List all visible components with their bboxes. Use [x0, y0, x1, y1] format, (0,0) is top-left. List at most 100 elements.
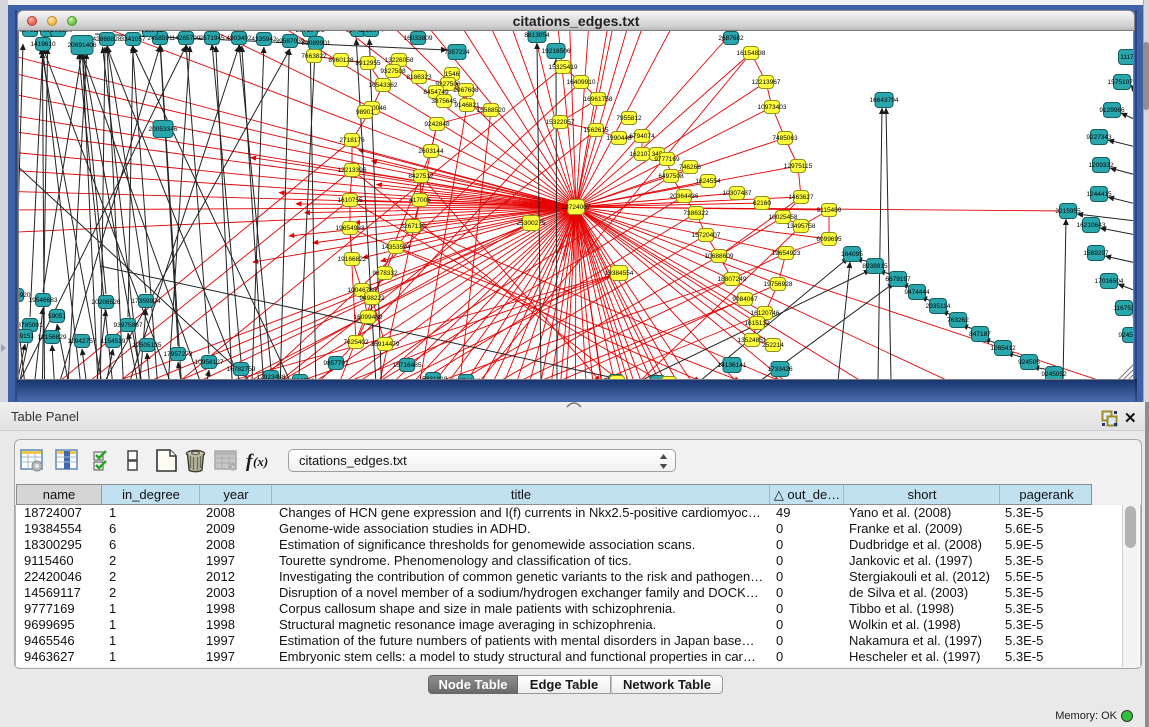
svg-text:17016504: 17016504 — [1095, 278, 1124, 285]
svg-text:9245052: 9245052 — [1041, 371, 1067, 378]
svg-text:16210643: 16210643 — [1077, 222, 1106, 229]
svg-text:15325419: 15325419 — [549, 64, 578, 71]
svg-text:8186323: 8186323 — [406, 74, 432, 81]
svg-text:16120746: 16120746 — [751, 310, 780, 317]
svg-text:116753: 116753 — [1113, 305, 1133, 312]
svg-text:7955812: 7955812 — [616, 115, 642, 122]
svg-text:16914479: 16914479 — [371, 341, 400, 348]
svg-text:9857791: 9857791 — [323, 360, 349, 367]
svg-text:89089901: 89089901 — [302, 40, 331, 47]
svg-text:9115460: 9115460 — [817, 207, 842, 214]
svg-text:10025458: 10025458 — [769, 214, 798, 221]
svg-text:1154519: 1154519 — [101, 338, 126, 345]
svg-text:15720407: 15720407 — [692, 232, 721, 239]
svg-text:4903402: 4903402 — [226, 35, 252, 42]
svg-text:1065412: 1065412 — [990, 345, 1016, 352]
svg-text:8960128: 8960128 — [328, 57, 354, 64]
svg-text:19384554: 19384554 — [605, 270, 634, 277]
svg-text:12942757: 12942757 — [68, 338, 97, 345]
svg-text:6679197: 6679197 — [885, 276, 911, 283]
svg-text:15751074: 15751074 — [1108, 79, 1133, 86]
svg-text:16643794: 16643794 — [870, 97, 899, 104]
svg-text:2571945: 2571945 — [199, 35, 225, 42]
svg-text:9245012: 9245012 — [1118, 332, 1133, 339]
svg-text:19166822: 19166822 — [338, 256, 367, 263]
svg-text:1117: 1117 — [1120, 54, 1133, 61]
svg-text:746266: 746266 — [679, 164, 701, 171]
svg-text:9227343: 9227343 — [1086, 134, 1112, 141]
svg-text:12213396: 12213396 — [338, 167, 367, 174]
svg-text:18724007: 18724007 — [562, 204, 591, 211]
svg-text:8938915: 8938915 — [862, 263, 888, 270]
svg-text:7022674: 7022674 — [358, 31, 384, 34]
svg-text:2603144: 2603144 — [418, 148, 444, 155]
svg-text:12923488: 12923488 — [257, 374, 286, 379]
svg-text:17957273: 17957273 — [164, 351, 193, 358]
svg-text:1610755: 1610755 — [337, 197, 363, 204]
svg-text:17359924: 17359924 — [132, 298, 161, 305]
svg-text:15322057: 15322057 — [546, 119, 575, 126]
svg-text:98901: 98901 — [356, 109, 374, 116]
svg-text:7386322: 7386322 — [683, 210, 709, 217]
svg-text:39151: 39151 — [19, 333, 34, 340]
svg-text:6794074: 6794074 — [629, 133, 655, 140]
svg-text:10307487: 10307487 — [723, 190, 752, 197]
svg-text:6099695: 6099695 — [816, 236, 842, 243]
svg-text:7485063: 7485063 — [772, 135, 798, 142]
svg-text:847187: 847187 — [969, 331, 991, 338]
svg-text:9777169: 9777169 — [654, 156, 680, 163]
svg-text:9498222: 9498222 — [359, 295, 385, 302]
svg-text:1569297: 1569297 — [1083, 250, 1109, 257]
svg-text:15716485: 15716485 — [393, 362, 422, 369]
svg-text:3875645: 3875645 — [431, 98, 457, 105]
svg-text:9084067: 9084067 — [732, 296, 758, 303]
svg-text:12505135: 12505135 — [133, 342, 162, 349]
svg-text:1990448: 1990448 — [606, 135, 632, 142]
svg-text:164095: 164095 — [841, 251, 863, 258]
svg-text:25300275: 25300275 — [517, 220, 546, 227]
svg-text:3267130: 3267130 — [400, 223, 426, 230]
svg-text:1546: 1546 — [445, 71, 460, 78]
svg-text:1615132: 1615132 — [744, 320, 770, 327]
svg-text:13226058: 13226058 — [385, 57, 414, 64]
svg-text:19218506: 19218506 — [542, 48, 571, 55]
svg-text:1562615: 1562615 — [583, 127, 609, 134]
svg-text:20364436: 20364436 — [670, 193, 699, 200]
svg-text:47295260: 47295260 — [44, 31, 73, 34]
svg-text:14265799: 14265799 — [172, 35, 201, 42]
svg-text:19654923: 19654923 — [772, 250, 801, 257]
svg-text:8912955: 8912955 — [355, 60, 381, 67]
svg-text:1733426: 1733426 — [767, 366, 793, 373]
svg-text:8813054: 8813054 — [524, 32, 550, 39]
svg-text:15831819: 15831819 — [419, 376, 448, 379]
svg-text:91030736: 91030736 — [286, 378, 315, 379]
svg-text:8785001: 8785001 — [19, 322, 43, 329]
svg-text:59051: 59051 — [48, 313, 66, 320]
svg-text:81971316: 81971316 — [452, 378, 481, 379]
svg-text:1209332: 1209332 — [1088, 162, 1114, 169]
svg-text:417006: 417006 — [409, 197, 431, 204]
svg-text:2967608: 2967608 — [453, 87, 479, 94]
svg-text:(x): (x) — [253, 454, 268, 469]
svg-text:763262: 763262 — [947, 317, 969, 324]
svg-text:1244415: 1244415 — [1086, 191, 1112, 198]
svg-text:10688609: 10688609 — [705, 253, 734, 260]
svg-text:39587039: 39587039 — [276, 38, 305, 45]
svg-text:924505: 924505 — [1018, 359, 1040, 366]
svg-text:13495758: 13495758 — [787, 223, 816, 230]
svg-text:10958127: 10958127 — [195, 359, 224, 366]
svg-text:16543362: 16543362 — [369, 82, 398, 89]
svg-text:252214: 252214 — [762, 342, 784, 349]
svg-text:20206526: 20206526 — [92, 299, 121, 306]
svg-text:19654983: 19654983 — [336, 225, 365, 232]
svg-text:7663822: 7663822 — [301, 53, 327, 60]
svg-text:14353594: 14353594 — [382, 244, 411, 251]
svg-text:9242848: 9242848 — [424, 121, 450, 128]
svg-text:2718176: 2718176 — [339, 137, 365, 144]
svg-text:19546683: 19546683 — [29, 297, 58, 304]
svg-text:14136141: 14136141 — [718, 362, 747, 369]
svg-text:1463627: 1463627 — [788, 194, 814, 201]
svg-text:1624554: 1624554 — [695, 178, 721, 185]
svg-text:16782759: 16782759 — [227, 366, 256, 373]
svg-text:12156829: 12156829 — [38, 334, 67, 341]
